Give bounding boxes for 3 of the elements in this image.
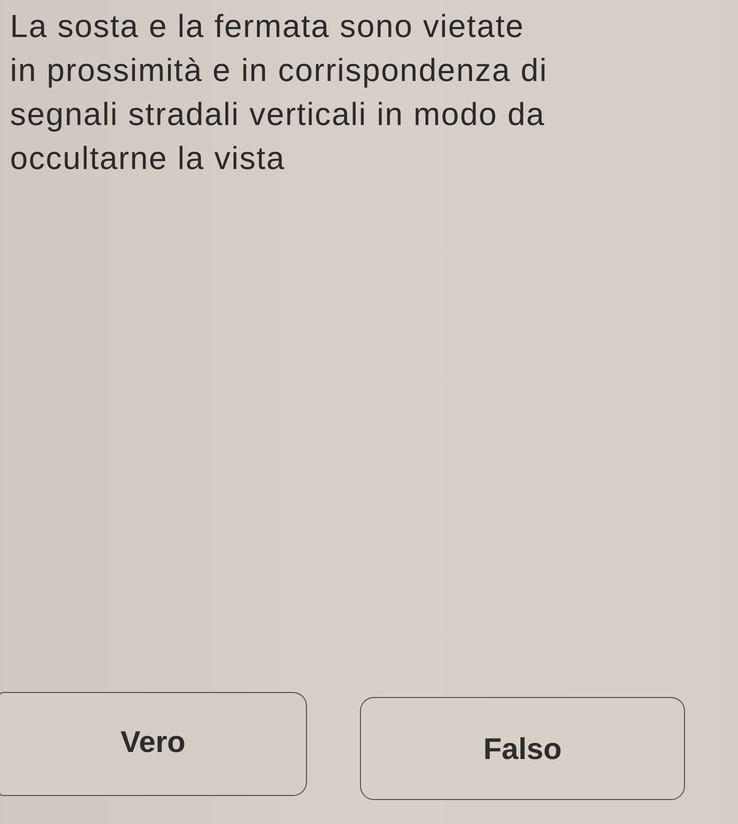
- answer-button[interactable]: Vero: [0, 692, 307, 796]
- question-text: La sosta e la fermata sono vietate in prossimità e in corrispondenza di segnali stradali verticali in modo da occultarne la vista: [10, 7, 549, 178]
- answer-button[interactable]: Falso: [360, 697, 685, 800]
